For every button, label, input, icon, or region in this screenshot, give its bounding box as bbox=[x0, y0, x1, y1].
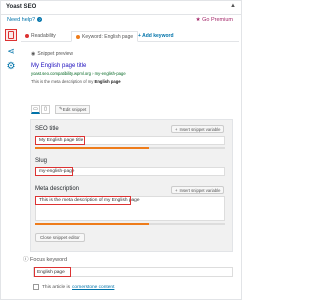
meta-description-label: Meta description bbox=[35, 186, 80, 192]
help-bar: Need help?? ★ Go Premium bbox=[1, 15, 241, 27]
snippet-url: yoast.seo.compatibility.wpml.org › my-en… bbox=[31, 71, 126, 76]
side-rail: ⋖ ⚙ bbox=[5, 29, 19, 89]
go-premium-link[interactable]: ★ Go Premium bbox=[196, 17, 233, 23]
tab-bar: Readability Keyword: English page + Add … bbox=[21, 29, 239, 42]
snippet-description: This is the meta description of my Engli… bbox=[31, 79, 121, 84]
insert-variable-meta-button[interactable]: + Insert snippet variable bbox=[171, 186, 225, 194]
tab-add-keyword[interactable]: + Add keyword bbox=[134, 31, 178, 42]
tab-readability[interactable]: Readability bbox=[21, 31, 60, 42]
question-icon: ? bbox=[37, 17, 43, 23]
plus-icon: + bbox=[175, 126, 178, 132]
snippet-preview-label[interactable]: ◉ Snippet preview bbox=[31, 51, 73, 57]
insert-variable-title-button[interactable]: + Insert snippet variable bbox=[171, 125, 225, 133]
metabox-title: Yoast SEO bbox=[6, 4, 37, 10]
meta-description-highlight bbox=[35, 196, 131, 205]
metabox-header[interactable]: Yoast SEO ▲ bbox=[1, 1, 241, 15]
cornerstone-row: This article is cornerstone content bbox=[33, 284, 114, 290]
mobile-preview-button[interactable]: ▯ bbox=[41, 104, 50, 114]
advanced-tab-button[interactable]: ⚙ bbox=[5, 61, 17, 73]
edit-snippet-button[interactable]: ✎ Edit snippet bbox=[55, 104, 91, 114]
gear-icon: ⚙ bbox=[6, 61, 16, 72]
cornerstone-checkbox[interactable] bbox=[33, 284, 39, 290]
keyword-status-dot bbox=[76, 34, 80, 39]
tab-keyword[interactable]: Keyword: English page bbox=[71, 31, 139, 42]
meta-progress-bar bbox=[35, 223, 149, 225]
cornerstone-link[interactable]: cornerstone content bbox=[72, 285, 114, 290]
readability-status-dot bbox=[25, 33, 29, 38]
need-help-link[interactable]: Need help?? bbox=[7, 17, 43, 23]
caret-up-icon[interactable]: ▲ bbox=[230, 3, 236, 9]
yoast-metabox: Yoast SEO ▲ Need help?? ★ Go Premium ⋖ ⚙… bbox=[0, 0, 242, 300]
focus-keyword-label: ⓘ Focus keyword bbox=[23, 257, 68, 263]
plus-icon: + bbox=[175, 187, 178, 193]
share-icon: ⋖ bbox=[7, 45, 15, 56]
cornerstone-text: This article is bbox=[42, 284, 70, 290]
yoast-seo-icon bbox=[8, 31, 14, 39]
desktop-preview-button[interactable]: ▭ bbox=[31, 104, 40, 114]
snippet-preview: My English page title yoast.seo.compatib… bbox=[31, 63, 231, 99]
preview-mode-bar: ▭ ▯ ✎ Edit snippet bbox=[31, 104, 91, 114]
focus-keyword-highlight bbox=[34, 267, 71, 277]
social-tab-button[interactable]: ⋖ bbox=[5, 45, 17, 57]
mobile-icon: ▯ bbox=[44, 106, 47, 112]
eye-icon: ◉ bbox=[31, 51, 36, 57]
desktop-icon: ▭ bbox=[33, 105, 38, 112]
close-snippet-editor-button[interactable]: Close snippet editor bbox=[35, 233, 85, 242]
seo-title-highlight bbox=[35, 136, 85, 145]
seo-tab-button[interactable] bbox=[5, 29, 17, 41]
slug-label: Slug bbox=[35, 158, 48, 164]
slug-highlight bbox=[35, 167, 73, 176]
snippet-title: My English page title bbox=[31, 63, 87, 69]
seo-title-progress-bar bbox=[35, 147, 149, 149]
help-circle-icon: ⓘ bbox=[23, 257, 31, 263]
seo-title-label: SEO title bbox=[35, 126, 59, 132]
